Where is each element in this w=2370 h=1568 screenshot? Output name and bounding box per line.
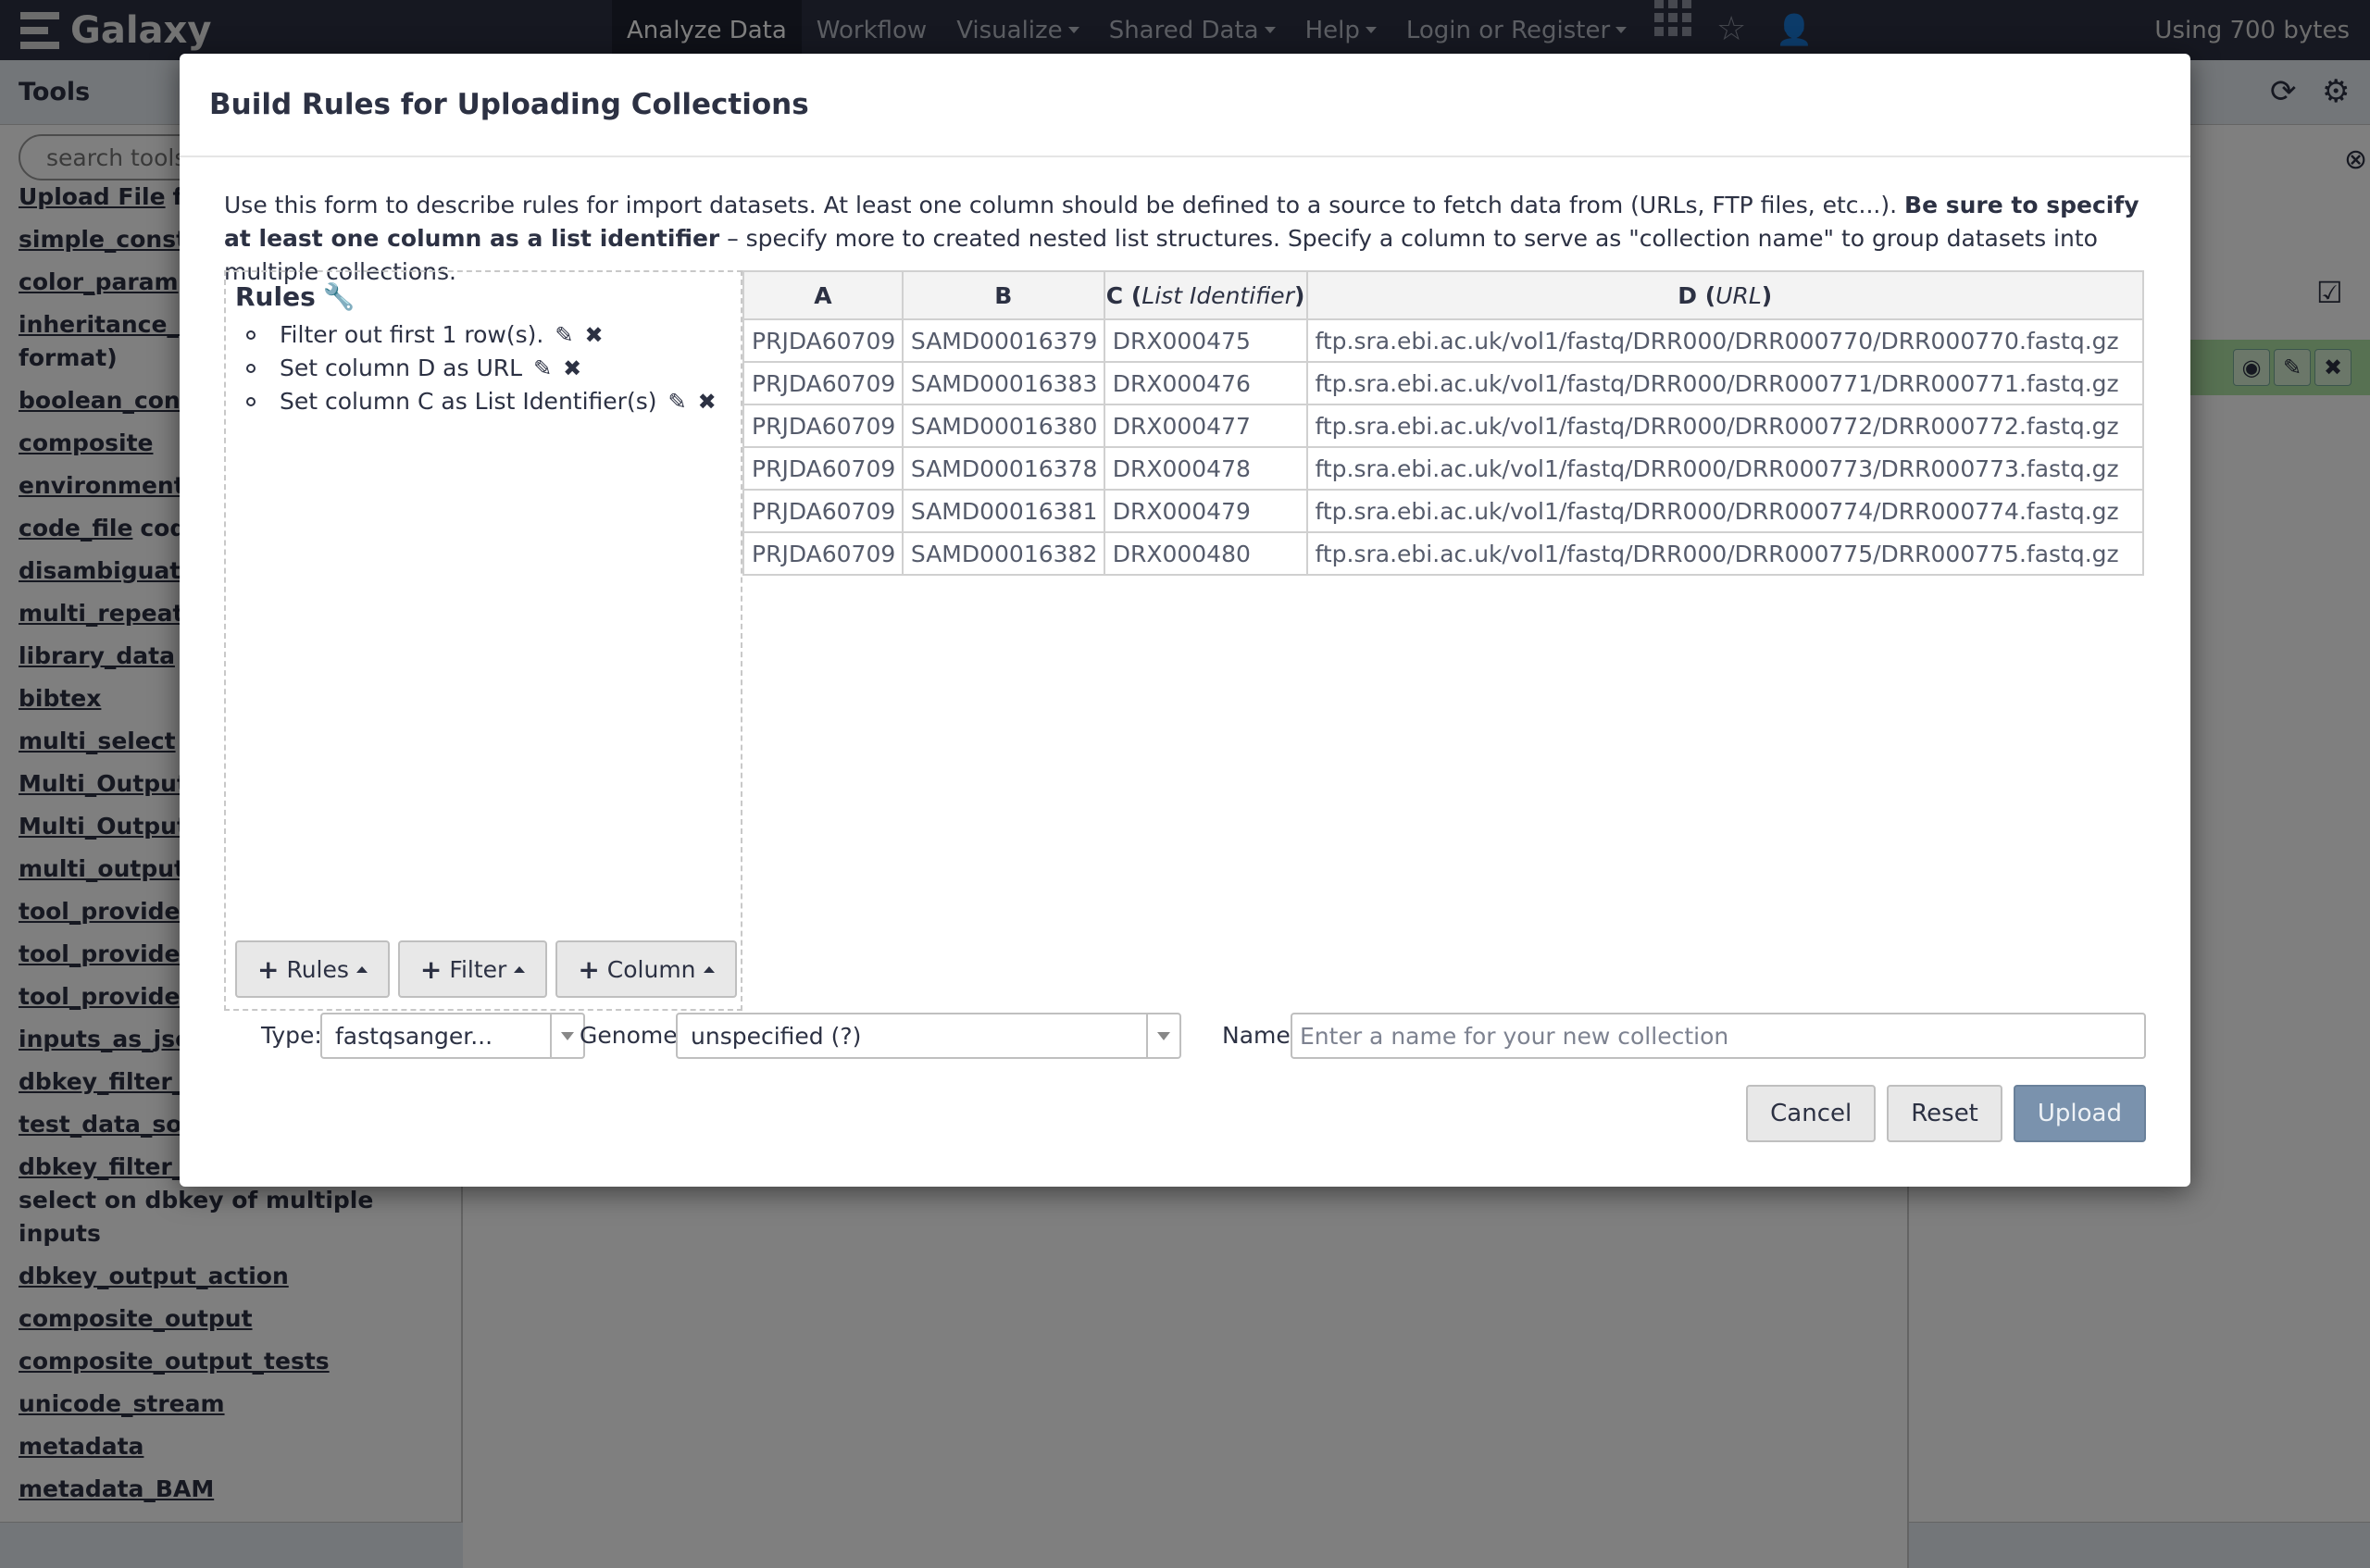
table-row: PRJDA60709 SAMD00016378 DRX000478 ftp.sra.e… (742, 446, 2144, 491)
rule-label: Set column D as URL (280, 355, 523, 381)
remove-icon[interactable]: ✖ (584, 318, 603, 352)
build-rules-modal: Build Rules for Uploading Collections Us… (180, 54, 2190, 1187)
modal-header: Build Rules for Uploading Collections (180, 54, 2190, 157)
table-cell: SAMD00016381 (901, 489, 1105, 533)
table-cell: SAMD00016378 (901, 446, 1105, 491)
table-cell: ftp.sra.ebi.ac.uk/vol1/fastq/DRR000/DRR0… (1305, 446, 2144, 491)
chevron-down-icon (550, 1014, 583, 1057)
edit-icon[interactable]: ✎ (667, 385, 686, 418)
rule-item: Filter out first 1 row(s). ✎ ✖ (246, 318, 717, 352)
caret-up-icon (514, 965, 526, 973)
table-cell: PRJDA60709 (742, 361, 904, 405)
table-cell: DRX000477 (1103, 404, 1308, 448)
table-row: PRJDA60709 SAMD00016383 DRX000476 ftp.sra.e… (742, 361, 2144, 405)
rule-item: Set column C as List Identifier(s) ✎ ✖ (246, 385, 717, 418)
button-label: Filter (449, 955, 507, 983)
name-label: Name: (1222, 1022, 1299, 1049)
table-header-row: A B C (List Identifier) D (URL) (742, 270, 2144, 320)
bullet-icon (246, 364, 256, 373)
table-cell: DRX000480 (1103, 531, 1308, 576)
collection-options: Type: fastqsanger... Genome: unspecified… (180, 1013, 2190, 1059)
caret-up-icon (356, 965, 368, 973)
table-body: PRJDA60709 SAMD00016379 DRX000475 ftp.sra.e… (742, 318, 2144, 576)
plus-icon: + (257, 953, 280, 985)
button-label: Rules (286, 955, 349, 983)
table-cell: ftp.sra.ebi.ac.uk/vol1/fastq/DRR000/DRR0… (1305, 531, 2144, 576)
add-filter-button[interactable]: + Filter (397, 940, 548, 998)
column-header-d[interactable]: D (URL) (1305, 270, 2144, 320)
table-cell: PRJDA60709 (742, 489, 904, 533)
rule-label: Set column C as List Identifier(s) (280, 388, 657, 415)
column-letter: C (1105, 281, 1124, 309)
bullet-icon (246, 330, 256, 340)
column-role: URL (1715, 281, 1762, 309)
table-cell: ftp.sra.ebi.ac.uk/vol1/fastq/DRR000/DRR0… (1305, 489, 2144, 533)
rules-box: Rules 🔧 Filter out first 1 row(s). ✎ ✖ Set … (224, 270, 742, 1011)
table-cell: DRX000475 (1103, 318, 1308, 363)
table-cell: SAMD00016382 (901, 531, 1105, 576)
genome-select[interactable]: unspecified (?) (676, 1013, 1181, 1059)
column-role: List Identifier (1141, 281, 1294, 309)
collection-name-input[interactable] (1291, 1013, 2146, 1059)
rules-buttons: + Rules + Filter + Column (235, 940, 737, 998)
modal-title: Build Rules for Uploading Collections (209, 88, 809, 121)
type-select[interactable]: fastqsanger... (320, 1013, 585, 1059)
column-header-c[interactable]: C (List Identifier) (1103, 270, 1308, 320)
table-cell: DRX000476 (1103, 361, 1308, 405)
type-select-value: fastqsanger... (335, 1022, 493, 1050)
table-row: PRJDA60709 SAMD00016379 DRX000475 ftp.sra.e… (742, 318, 2144, 363)
column-header-b[interactable]: B (901, 270, 1105, 320)
caret-up-icon (703, 965, 715, 973)
cancel-button[interactable]: Cancel (1746, 1085, 1877, 1142)
table-cell: ftp.sra.ebi.ac.uk/vol1/fastq/DRR000/DRR0… (1305, 318, 2144, 363)
rule-item: Set column D as URL ✎ ✖ (246, 352, 717, 385)
table-cell: PRJDA60709 (742, 318, 904, 363)
button-label: Column (606, 955, 696, 983)
upload-button[interactable]: Upload (2013, 1085, 2146, 1142)
modal-footer-buttons: Cancel Reset Upload (1746, 1085, 2146, 1142)
table-cell: ftp.sra.ebi.ac.uk/vol1/fastq/DRR000/DRR0… (1305, 361, 2144, 405)
table-cell: DRX000478 (1103, 446, 1308, 491)
remove-icon[interactable]: ✖ (698, 385, 717, 418)
table-cell: ftp.sra.ebi.ac.uk/vol1/fastq/DRR000/DRR0… (1305, 404, 2144, 448)
table-cell: SAMD00016379 (901, 318, 1105, 363)
column-header-a[interactable]: A (742, 270, 904, 320)
add-rules-button[interactable]: + Rules (235, 940, 390, 998)
bullet-icon (246, 397, 256, 406)
wrench-icon: 🔧 (322, 281, 356, 312)
plus-icon: + (419, 953, 443, 985)
table-row: PRJDA60709 SAMD00016381 DRX000479 ftp.sra.e… (742, 489, 2144, 533)
column-letter: D (1678, 281, 1698, 309)
genome-label: Genome: (580, 1022, 686, 1049)
table-cell: SAMD00016383 (901, 361, 1105, 405)
rules-list: Filter out first 1 row(s). ✎ ✖ Set column D… (246, 318, 717, 418)
edit-icon[interactable]: ✎ (533, 352, 552, 385)
edit-icon[interactable]: ✎ (555, 318, 573, 352)
reset-button[interactable]: Reset (1887, 1085, 2002, 1142)
column-letter: A (814, 281, 832, 309)
rules-data-table: ABC (List Identifier) D (URL) PRJDA60709 S… (742, 270, 2144, 576)
table-row: PRJDA60709 SAMD00016382 DRX000480 ftp.sra.e… (742, 531, 2144, 576)
plus-icon: + (578, 953, 600, 985)
table-cell: PRJDA60709 (742, 446, 904, 491)
table-cell: DRX000479 (1103, 489, 1308, 533)
add-column-button[interactable]: + Column (555, 940, 737, 998)
table-cell: SAMD00016380 (901, 404, 1105, 448)
chevron-down-icon (1146, 1014, 1179, 1057)
rules-title: Rules 🔧 (235, 281, 356, 312)
genome-select-value: unspecified (?) (691, 1022, 862, 1050)
table-cell: PRJDA60709 (742, 404, 904, 448)
rules-title-label: Rules (235, 281, 316, 312)
type-label: Type: (261, 1022, 322, 1049)
column-letter: B (994, 281, 1013, 309)
instructions-part1: Use this form to describe rules for impo… (224, 192, 1905, 218)
remove-icon[interactable]: ✖ (563, 352, 581, 385)
rule-label: Filter out first 1 row(s). (280, 321, 544, 348)
table-cell: PRJDA60709 (742, 531, 904, 576)
table-row: PRJDA60709 SAMD00016380 DRX000477 ftp.sra.e… (742, 404, 2144, 448)
